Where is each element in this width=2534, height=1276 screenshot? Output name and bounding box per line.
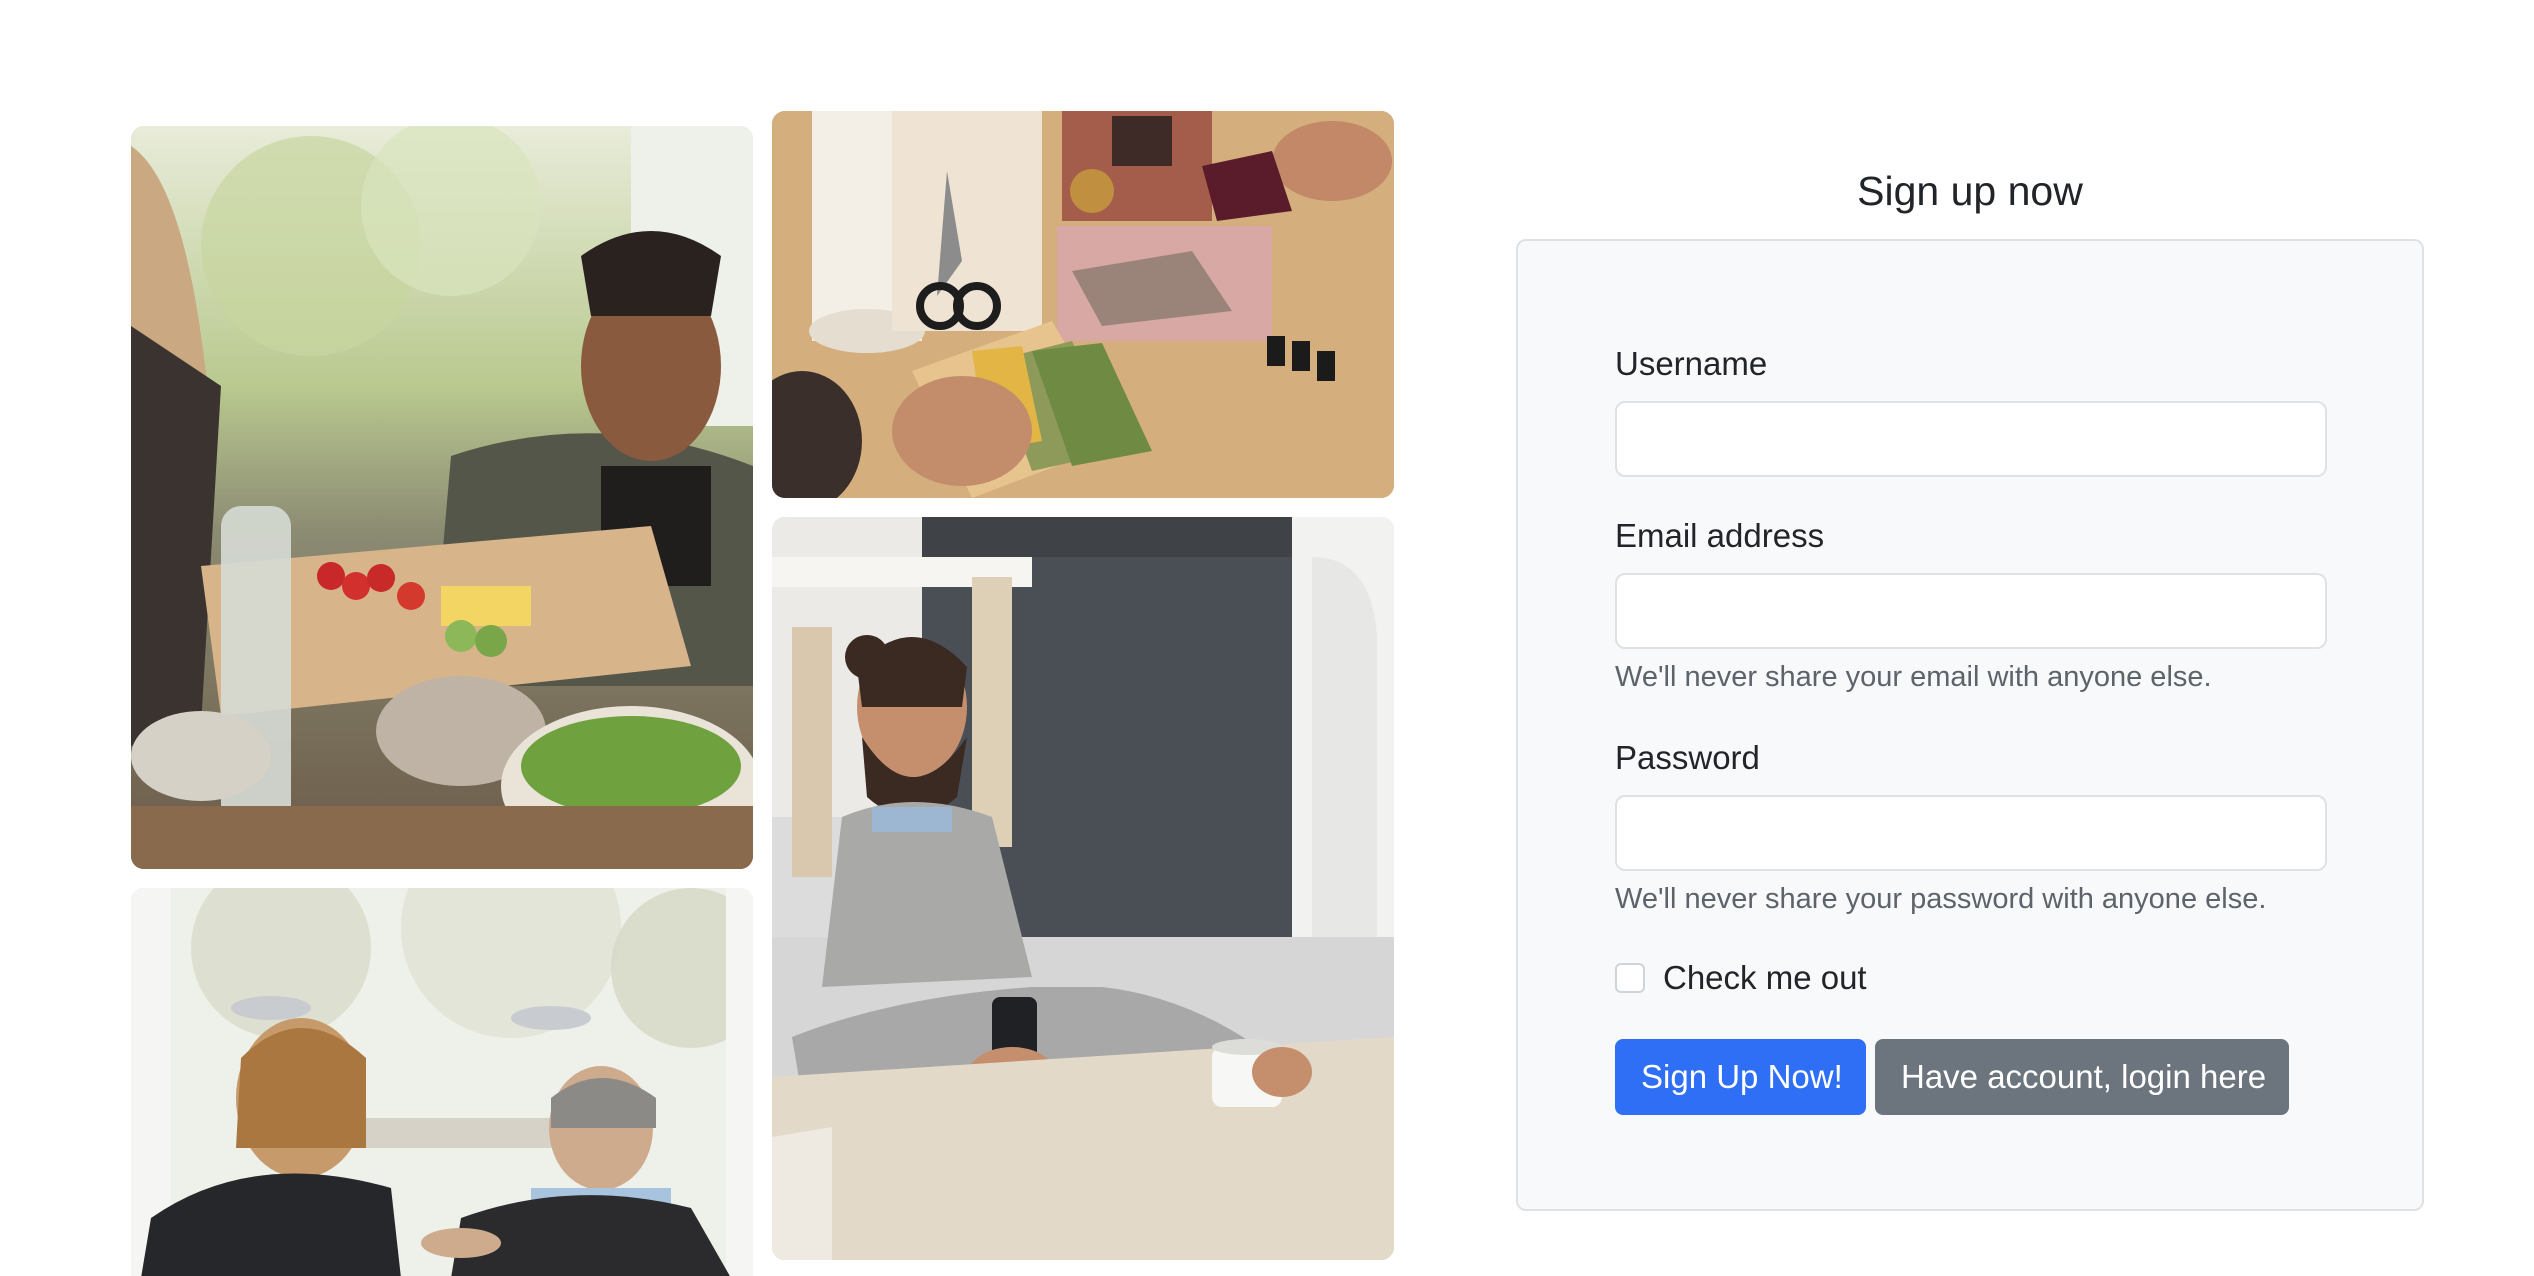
- username-label: Username: [1615, 345, 1768, 382]
- man-with-phone-photo: [772, 517, 1394, 1260]
- check-me-out-label[interactable]: Check me out: [1663, 959, 1867, 997]
- signup-form-card: Username Email address We'll never share…: [1516, 239, 2424, 1211]
- fabric-swatches-photo: [772, 111, 1394, 498]
- login-button[interactable]: Have account, login here: [1875, 1039, 2289, 1115]
- check-me-out-checkbox[interactable]: [1615, 963, 1645, 993]
- password-input[interactable]: [1615, 795, 2327, 871]
- password-label: Password: [1615, 739, 1760, 776]
- couple-window-photo: [131, 888, 753, 1276]
- email-label: Email address: [1615, 517, 1825, 554]
- sign-up-button[interactable]: Sign Up Now!: [1615, 1039, 1866, 1115]
- password-help-text: We'll never share your password with any…: [1615, 883, 2267, 915]
- dinner-table-photo: [131, 126, 753, 869]
- form-title: Sign up now: [1857, 168, 2083, 214]
- email-input[interactable]: [1615, 573, 2327, 649]
- signup-page: Sign up now Username Email address We'll…: [0, 0, 2534, 1276]
- username-input[interactable]: [1615, 401, 2327, 477]
- check-me-out-row[interactable]: Check me out: [1615, 959, 1867, 997]
- email-help-text: We'll never share your email with anyone…: [1615, 661, 2212, 693]
